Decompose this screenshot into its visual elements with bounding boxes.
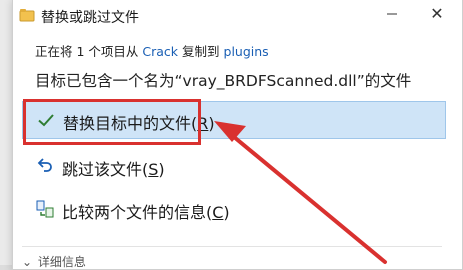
dialog-title: 替换或跳过文件 [41,10,139,26]
progress-description: 正在将 1 个项目从 Crack 复制到 plugins [35,41,269,60]
compare-files-icon [36,200,54,218]
progress-middle: 复制到 [182,44,220,59]
source-folder-link[interactable]: Crack [142,44,178,59]
skip-file-option[interactable]: 跳过该文件(S) [22,148,444,184]
checkmark-icon [38,114,54,127]
skip-option-label: 跳过该文件(S) [62,160,165,179]
chevron-down-icon: ⌄ [22,255,33,269]
minimize-icon[interactable] [385,7,399,21]
details-label: 详细信息 [37,255,86,269]
conflict-headline: 目标已包含一个名为“vray_BRDFScanned.dll”的文件 [35,72,412,90]
replace-files-option[interactable]: 替换目标中的文件(R) [22,101,446,139]
undo-arrow-icon [37,158,52,172]
divider [22,246,442,247]
compare-info-option[interactable]: 比较两个文件的信息(C) [22,191,444,227]
destination-folder-link[interactable]: plugins [224,44,269,59]
progress-prefix: 正在将 1 个项目从 [35,44,139,59]
details-toggle[interactable]: ⌄ 详细信息 [22,253,86,270]
replace-option-label: 替换目标中的文件(R) [63,114,215,133]
close-icon[interactable]: ✕ [427,4,447,24]
folder-copy-icon [19,9,35,22]
title-bar: 替换或跳过文件 ✕ [13,0,462,31]
compare-option-label: 比较两个文件的信息(C) [62,203,230,222]
